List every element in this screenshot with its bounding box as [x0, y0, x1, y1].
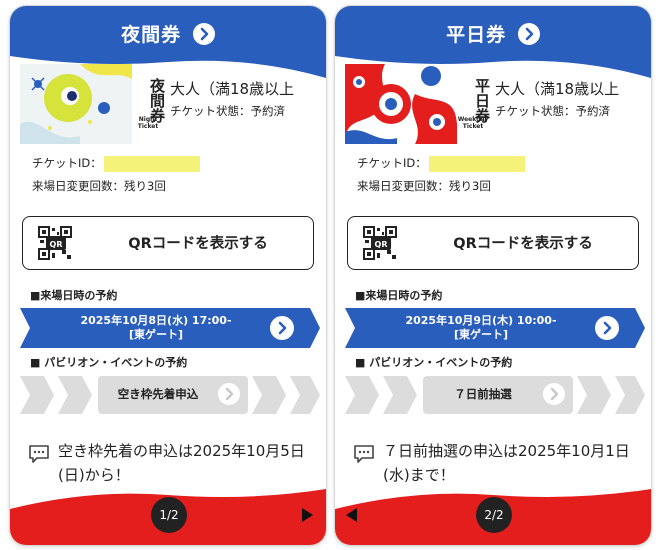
- chevron-step: [577, 376, 611, 414]
- ticket-holder-type: 大人（満18歳以上: [495, 80, 620, 98]
- page-indicator: 2/2: [476, 497, 512, 533]
- pavilion-lottery-label: ７日前抽選: [454, 387, 512, 401]
- ticket-status: チケット状態：予約済: [170, 104, 285, 118]
- weekday-ticket-art: [345, 64, 457, 144]
- thumb-sub-1: Night: [138, 116, 158, 123]
- visit-date-time: 2025年10月8日(水) 17:00-: [80, 314, 232, 327]
- visit-change-count: 来場日変更回数：残り3回: [357, 179, 491, 193]
- chevron-right-icon: [218, 383, 240, 405]
- visit-gate: [東ゲート]: [453, 328, 509, 341]
- next-arrow-icon[interactable]: [300, 507, 314, 523]
- ticket-type-label: 平日券: [446, 24, 507, 46]
- chevron-right-icon: [543, 383, 565, 405]
- show-qr-button[interactable]: QR QRコードを表示する: [22, 216, 314, 270]
- ticket-id-row: チケットID：: [32, 155, 200, 172]
- notice-text: ７日前抽選の申込は2025年10月1日(水)まで！: [383, 442, 630, 484]
- pavilion-reserve-label: 空き枠先着申込: [117, 387, 199, 401]
- chevron-step: [383, 376, 417, 414]
- card-footer: 1/2: [10, 489, 326, 545]
- qr-icon-label: QR: [375, 240, 388, 249]
- ticket-type-title[interactable]: 平日券: [335, 20, 651, 47]
- ticket-holder-type: 大人（満18歳以上: [170, 80, 295, 98]
- night-ticket-art: [20, 64, 132, 144]
- chevron-step: [290, 376, 320, 414]
- show-qr-label: QRコードを表示する: [128, 236, 268, 252]
- chat-bubble-icon: [354, 445, 374, 463]
- ticket-type-title[interactable]: 夜間券: [10, 20, 326, 47]
- page-indicator: 1/2: [151, 497, 187, 533]
- visit-date-time: 2025年10月9日(木) 10:00-: [405, 314, 557, 327]
- ticket-id-redacted: [428, 155, 525, 172]
- notice-text: 空き枠先着の申込は2025年10月5日(日)から！: [58, 442, 305, 484]
- chevron-step: [58, 376, 92, 414]
- ticket-status: チケット状態：予約済: [495, 104, 610, 118]
- visit-reservation-heading: ■来場日時の予約: [355, 289, 443, 302]
- thumb-sub-2: Ticket: [462, 123, 484, 130]
- qr-icon-label: QR: [50, 240, 63, 249]
- show-qr-button[interactable]: QR QRコードを表示する: [347, 216, 639, 270]
- chevron-right-icon[interactable]: [517, 22, 540, 45]
- thumb-ticket-sub: Weekday Ticket: [453, 116, 493, 130]
- chevron-right-icon[interactable]: [270, 316, 294, 340]
- ticket-type-label: 夜間券: [121, 24, 182, 46]
- chevron-step: [252, 376, 286, 414]
- visit-reservation-banner[interactable]: 2025年10月9日(木) 10:00- [東ゲート]: [345, 308, 645, 348]
- ticket-id-redacted: [103, 155, 200, 172]
- ticket-thumbnail: 平日券 Weekday Ticket: [345, 64, 495, 144]
- visit-datetime: 2025年10月9日(木) 10:00- [東ゲート]: [365, 314, 597, 342]
- chevron-right-icon[interactable]: [595, 316, 619, 340]
- visit-gate: [東ゲート]: [128, 328, 184, 341]
- visit-reservation-banner[interactable]: 2025年10月8日(水) 17:00- [東ゲート]: [20, 308, 320, 348]
- ticket-thumbnail: 夜間券 Night Ticket: [20, 64, 170, 144]
- chevron-step: [345, 376, 379, 414]
- ticket-card-night: 夜間券 夜間券 Night Ticket 大人（満18歳以上 チケット状態：予約済…: [10, 6, 326, 545]
- pavilion-reservation-heading: ■ パビリオン・イベントの予約: [355, 356, 513, 369]
- card-footer: 2/2: [335, 489, 651, 545]
- ticket-id-row: チケットID：: [357, 155, 525, 172]
- chevron-step: [615, 376, 645, 414]
- visit-datetime: 2025年10月8日(水) 17:00- [東ゲート]: [40, 314, 272, 342]
- chevron-step: [20, 376, 54, 414]
- thumb-sub-1: Weekday: [457, 116, 489, 123]
- qr-code-icon: QR: [363, 226, 397, 260]
- ticket-card-weekday: 平日券 平日券 Weekday Ticket 大人（満18歳以上 チケット状態：予…: [335, 6, 651, 545]
- pavilion-reserve-button[interactable]: 空き枠先着申込: [98, 376, 248, 414]
- thumb-sub-2: Ticket: [137, 123, 159, 130]
- show-qr-label: QRコードを表示する: [453, 236, 593, 252]
- chevron-right-icon[interactable]: [192, 22, 215, 45]
- chat-bubble-icon: [29, 445, 49, 463]
- qr-code-icon: QR: [38, 226, 72, 260]
- prev-arrow-icon[interactable]: [345, 507, 359, 523]
- pavilion-lottery-button[interactable]: ７日前抽選: [423, 376, 573, 414]
- thumb-ticket-sub: Night Ticket: [128, 116, 168, 130]
- ticket-id-label: チケットID：: [32, 156, 102, 170]
- ticket-id-label: チケットID：: [357, 156, 427, 170]
- pavilion-reservation-heading: ■ パビリオン・イベントの予約: [30, 356, 188, 369]
- visit-reservation-heading: ■来場日時の予約: [30, 289, 118, 302]
- visit-change-count: 来場日変更回数：残り3回: [32, 179, 166, 193]
